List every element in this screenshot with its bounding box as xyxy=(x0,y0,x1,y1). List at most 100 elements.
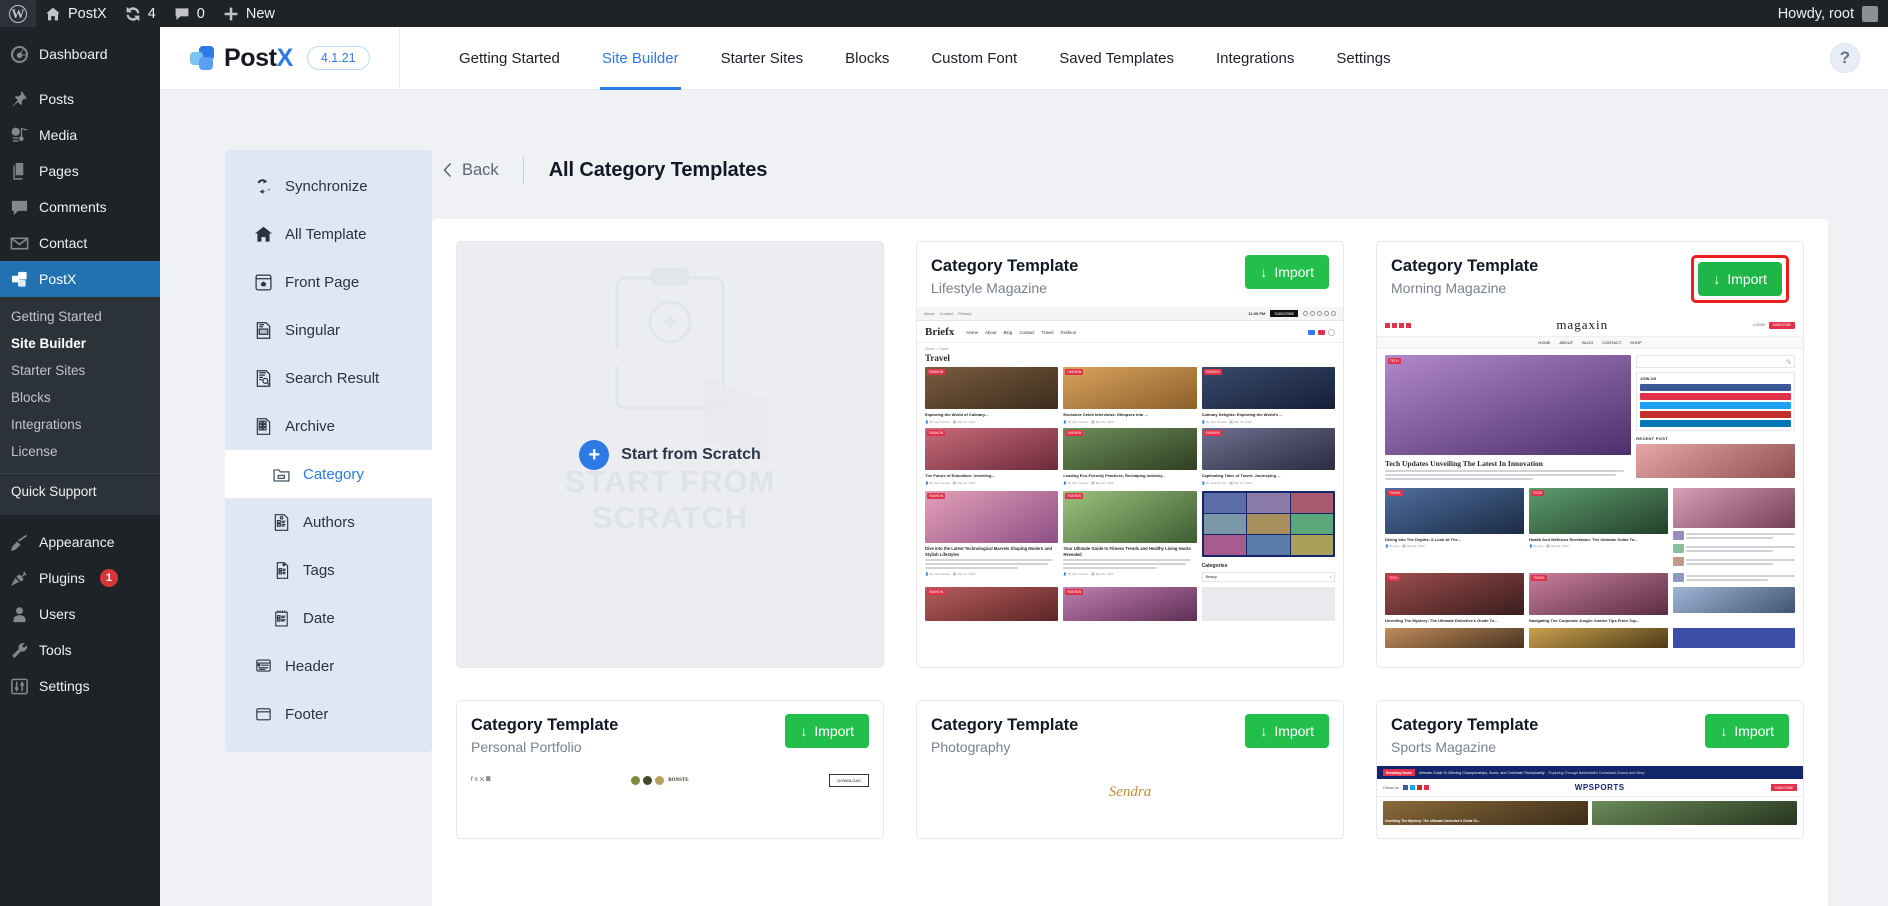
postx-logo-icon xyxy=(190,45,217,71)
template-card[interactable]: Category Template Photography ↓ Import S… xyxy=(916,700,1344,840)
sidebar-item-label: Users xyxy=(39,606,76,622)
home-filled-icon xyxy=(253,224,274,245)
templates-panel: START FROM SCRATCH + Start from Scratch … xyxy=(432,219,1828,906)
download-arrow-icon: ↓ xyxy=(800,723,808,739)
template-card-titles: Category Template Photography xyxy=(931,714,1245,755)
nav-item-header[interactable]: Header xyxy=(225,642,432,690)
import-button[interactable]: ↓ Import xyxy=(1245,255,1329,289)
template-card[interactable]: Category Template Lifestyle Magazine ↓ I… xyxy=(916,241,1344,668)
nav-item-tags[interactable]: Tags xyxy=(225,546,432,594)
template-nav-column: Synchronize All Template Front Page Sing… xyxy=(160,90,432,906)
tab-starter-sites[interactable]: Starter Sites xyxy=(700,27,825,90)
sidebar-item-tools[interactable]: Tools xyxy=(0,632,160,668)
template-card[interactable]: Category Template Morning Magazine ↓ Imp… xyxy=(1376,241,1804,668)
settings-icon xyxy=(9,676,29,696)
nav-item-synchronize[interactable]: Synchronize xyxy=(225,162,432,210)
site-name-label: PostX xyxy=(68,5,107,22)
wrench-icon xyxy=(9,640,29,660)
nav-item-label: Archive xyxy=(285,417,336,435)
tab-saved-templates[interactable]: Saved Templates xyxy=(1038,27,1195,90)
avatar xyxy=(1862,5,1878,22)
start-from-scratch-button[interactable]: + Start from Scratch xyxy=(579,439,761,470)
sidebar-item-users[interactable]: Users xyxy=(0,596,160,632)
sidebar-item-label: Pages xyxy=(39,163,79,179)
template-card-header: Category Template Personal Portfolio ↓ I… xyxy=(457,701,883,766)
download-arrow-icon: ↓ xyxy=(1260,723,1268,739)
submenu-item-license[interactable]: License xyxy=(0,438,160,465)
sidebar-item-appearance[interactable]: Appearance xyxy=(0,524,160,560)
tab-integrations[interactable]: Integrations xyxy=(1195,27,1315,90)
nav-item-all-template[interactable]: All Template xyxy=(225,210,432,258)
sidebar-item-settings[interactable]: Settings xyxy=(0,668,160,704)
submenu-item-blocks[interactable]: Blocks xyxy=(0,384,160,411)
sidebar-item-postx[interactable]: PostX xyxy=(0,261,160,297)
import-button[interactable]: ↓ Import xyxy=(1698,262,1782,296)
postx-logo[interactable]: PostX xyxy=(190,44,293,73)
submenu-item-starter-sites[interactable]: Starter Sites xyxy=(0,357,160,384)
template-card-header: Category Template Sports Magazine ↓ Impo… xyxy=(1377,701,1803,766)
sidebar-item-plugins[interactable]: Plugins 1 xyxy=(0,560,160,596)
import-label: Import xyxy=(1727,271,1767,287)
site-name-menu[interactable]: PostX xyxy=(36,0,116,27)
nav-item-search-result[interactable]: Search Result xyxy=(225,354,432,402)
preview-sendra: Sendra xyxy=(917,766,1343,839)
postx-icon xyxy=(9,269,29,289)
sidebar-item-media[interactable]: Media xyxy=(0,117,160,153)
wp-logo-menu[interactable]: W xyxy=(0,0,36,27)
postx-header: PostX 4.1.21 Getting Started Site Builde… xyxy=(160,27,1888,90)
back-button[interactable]: Back xyxy=(442,161,523,180)
nav-item-authors[interactable]: Authors xyxy=(225,498,432,546)
nav-item-footer[interactable]: Footer xyxy=(225,690,432,738)
pin-icon xyxy=(9,89,29,109)
submenu-item-quick-support[interactable]: Quick Support xyxy=(0,480,160,507)
nav-item-label: Authors xyxy=(303,513,355,531)
nav-item-label: Category xyxy=(303,465,364,483)
updates-menu[interactable]: 4 xyxy=(116,0,165,27)
template-card-titles: Category Template Lifestyle Magazine xyxy=(931,255,1245,296)
chevron-left-icon xyxy=(442,162,453,178)
dashboard-icon xyxy=(9,44,29,64)
comments-menu[interactable]: 0 xyxy=(165,0,214,27)
preview-portfolio: f ⌾ ✕ ▦ BONSTE DOWNLOAD xyxy=(457,766,883,839)
submenu-item-integrations[interactable]: Integrations xyxy=(0,411,160,438)
nav-item-category[interactable]: Category xyxy=(225,450,432,498)
menu-spacer-2 xyxy=(0,515,160,524)
new-content-menu[interactable]: New xyxy=(214,0,284,27)
nav-item-label: Tags xyxy=(303,561,335,579)
submenu-item-site-builder[interactable]: Site Builder xyxy=(0,330,160,357)
import-button[interactable]: ↓ Import xyxy=(785,714,869,748)
sidebar-item-comments[interactable]: Comments xyxy=(0,189,160,225)
nav-item-date[interactable]: Date xyxy=(225,594,432,642)
sidebar-item-pages[interactable]: Pages xyxy=(0,153,160,189)
sidebar-item-contact[interactable]: Contact xyxy=(0,225,160,261)
envelope-icon xyxy=(9,233,29,253)
sidebar-item-label: Tools xyxy=(39,642,72,658)
template-card[interactable]: Category Template Sports Magazine ↓ Impo… xyxy=(1376,700,1804,840)
tab-getting-started[interactable]: Getting Started xyxy=(438,27,581,90)
nav-item-singular[interactable]: Singular xyxy=(225,306,432,354)
nav-item-front-page[interactable]: Front Page xyxy=(225,258,432,306)
pages-icon xyxy=(9,161,29,181)
howdy-label[interactable]: Howdy, root xyxy=(1778,6,1854,22)
template-name: Category Template xyxy=(471,716,619,734)
tab-custom-font[interactable]: Custom Font xyxy=(910,27,1038,90)
brush-icon xyxy=(9,532,29,552)
tab-settings[interactable]: Settings xyxy=(1315,27,1411,90)
import-button[interactable]: ↓ Import xyxy=(1245,714,1329,748)
help-icon[interactable]: ? xyxy=(1830,43,1860,73)
sidebar-item-posts[interactable]: Posts xyxy=(0,81,160,117)
page-title: All Category Templates xyxy=(548,158,768,181)
template-card[interactable]: Category Template Personal Portfolio ↓ I… xyxy=(456,700,884,840)
start-from-scratch-card[interactable]: START FROM SCRATCH + Start from Scratch xyxy=(456,241,884,668)
template-preview: Breaking News Ultimate Guide To Winning … xyxy=(1377,766,1803,839)
tab-site-builder[interactable]: Site Builder xyxy=(581,27,700,90)
sidebar-item-label: Media xyxy=(39,127,78,143)
footer-icon xyxy=(253,704,274,725)
postx-app: PostX 4.1.21 Getting Started Site Builde… xyxy=(160,27,1888,906)
submenu-item-getting-started[interactable]: Getting Started xyxy=(0,303,160,330)
template-card-header: Category Template Morning Magazine ↓ Imp… xyxy=(1377,242,1803,314)
tab-blocks[interactable]: Blocks xyxy=(824,27,910,90)
nav-item-archive[interactable]: Archive xyxy=(225,402,432,450)
import-button[interactable]: ↓ Import xyxy=(1705,714,1789,748)
sidebar-item-dashboard[interactable]: Dashboard xyxy=(0,36,160,72)
